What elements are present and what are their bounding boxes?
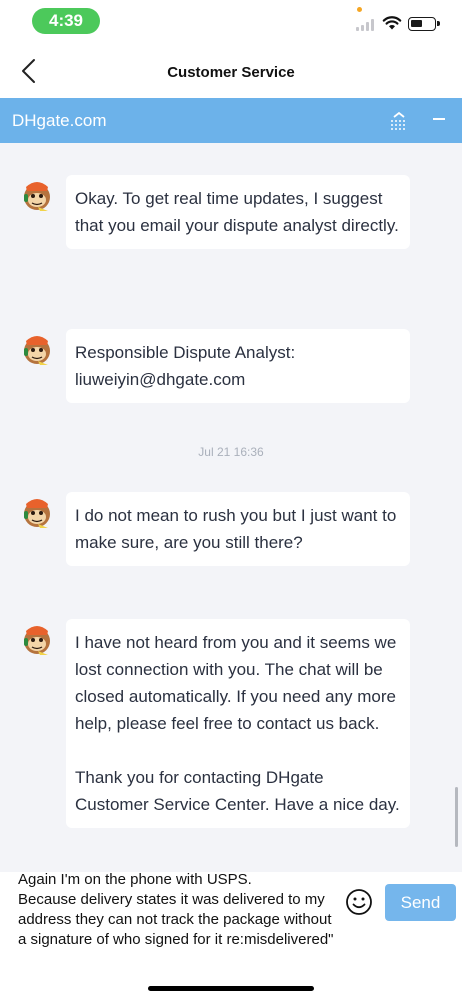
nav-bar: Customer Service <box>0 44 462 98</box>
message-bubble: I have not heard from you and it seems w… <box>66 619 410 828</box>
send-button[interactable]: Send <box>385 884 456 921</box>
brand-name: DHgate.com <box>12 111 107 130</box>
cellular-signal-icon <box>356 19 376 31</box>
chevron-left-icon <box>22 59 35 83</box>
battery-icon <box>408 17 440 31</box>
status-time: 4:39 <box>32 8 100 34</box>
back-button[interactable] <box>10 52 48 90</box>
input-area: Send <box>0 870 462 1000</box>
monkey-agent-avatar <box>24 336 50 365</box>
collapse-icon[interactable] <box>388 110 410 132</box>
message-bubble: Responsible Dispute Analyst: liuweiyin@d… <box>66 329 410 403</box>
message-input[interactable] <box>18 870 338 970</box>
message-timestamp: Jul 21 16:36 <box>198 445 264 459</box>
smiley-icon[interactable] <box>345 888 373 916</box>
chat-area[interactable]: Okay. To get real time updates, I sugges… <box>0 143 462 872</box>
home-indicator <box>148 986 314 991</box>
status-bar: 4:39 <box>0 0 462 44</box>
monkey-agent-avatar <box>24 182 50 211</box>
message-bubble: I do not mean to rush you but I just wan… <box>66 492 410 566</box>
page-title: Customer Service <box>167 64 295 81</box>
scroll-indicator[interactable] <box>455 787 458 847</box>
privacy-indicator-dot <box>357 7 362 12</box>
wifi-icon <box>382 16 402 30</box>
minus-icon <box>433 118 445 120</box>
message-bubble: Okay. To get real time updates, I sugges… <box>66 175 410 249</box>
monkey-agent-avatar <box>24 499 50 528</box>
minimize-button[interactable] <box>428 108 450 130</box>
monkey-agent-avatar <box>24 626 50 655</box>
